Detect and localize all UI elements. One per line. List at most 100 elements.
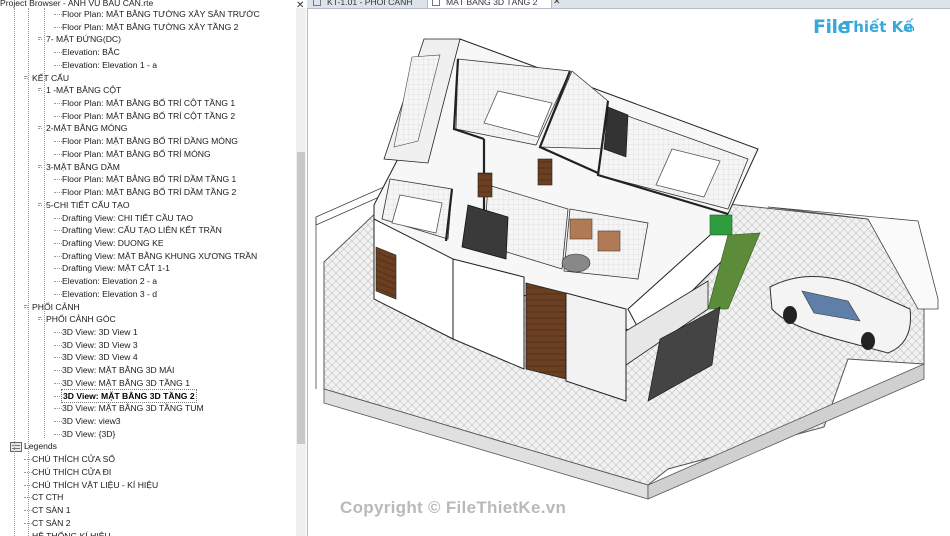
tree-connector (54, 103, 62, 105)
tree-connector (54, 14, 62, 15)
tree-connector (38, 166, 42, 168)
tree-connector (54, 293, 62, 295)
tree-node-label: Elevation: Elevation 2 - a (62, 276, 158, 287)
tree-node-label: Floor Plan: MẶT BẰNG TƯỜNG XÂY SÂN TRƯỚC (62, 9, 260, 19)
tree-connector (54, 433, 62, 435)
view-tab-bar: KT-1.01 - PHỐI CẢNH MẶT BẰNG 3D TẦNG 2 ✕ (307, 0, 950, 9)
tree-node[interactable]: CHÚ THÍCH CỬA SỔ (0, 453, 295, 466)
tree-node-label: 2-MẶT BẰNG MÓNG (46, 123, 128, 134)
tree-node-label: 3-MẶT BẰNG DẦM (46, 161, 120, 172)
tree-connector (54, 382, 62, 384)
tree-node-label: CT SÀN 1 (32, 505, 71, 516)
view-3d-icon (313, 0, 321, 6)
tree-connector (54, 115, 62, 117)
close-icon[interactable]: ✕ (553, 0, 561, 7)
tree-node[interactable]: CHÚ THÍCH VẬT LIỆU - KÍ HIỆU (0, 479, 295, 492)
logo-part-vn: .vn (903, 24, 915, 33)
tree-node-label: 3D View: MẶT BẰNG 3D TẦNG TUM (62, 403, 204, 414)
tree-node-label: PHỐI CẢNH (32, 301, 80, 312)
tree-node-label: 3D View: MẶT BẰNG 3D MÁI (62, 365, 175, 376)
3d-model-render (315, 38, 939, 500)
tree-node-label: 3D View: 3D View 3 (62, 339, 138, 350)
tree-guide-line (14, 8, 15, 536)
tree-node-label: Floor Plan: MẶT BẰNG BỐ TRÍ DẦNG MÓNG (62, 136, 238, 147)
tree-node-label: CT CTH (32, 492, 64, 503)
tree-connector (54, 179, 62, 181)
tree-node-label: CHÚ THÍCH CỬA ĐI (32, 466, 112, 477)
tree-node-label: Floor Plan: MẶT BẰNG BỐ TRÍ MÓNG (62, 148, 211, 159)
project-browser: Project Browser - ANH VU BAU CAN.rte ✕ F… (0, 0, 308, 536)
tree-node-label: HỆ THỐNG KÍ HIỆU (32, 530, 111, 536)
tree-node-label: 5-CHI TIẾT CẤU TẠO (46, 199, 130, 210)
tree-node[interactable]: CT SÀN 1 (0, 504, 295, 517)
tree-connector (38, 128, 42, 130)
tree-connector (54, 217, 62, 219)
tree-node-label: 1 -MẶT BẰNG CỘT (46, 85, 122, 96)
tree-connector (54, 230, 62, 232)
tree-node-label: PHỐI CẢNH GÓC (46, 314, 116, 325)
tree-node[interactable]: CT SÀN 2 (0, 517, 295, 530)
tree-node-label: Floor Plan: MẶT BẰNG BỐ TRÍ DẦM TẦNG 1 (62, 174, 237, 185)
tree-node[interactable]: HỆ THỐNG KÍ HIỆU (0, 530, 295, 536)
project-browser-scrollbar[interactable] (296, 8, 306, 536)
tree-node[interactable]: CT CTH (0, 491, 295, 504)
legend-table-icon (10, 442, 22, 453)
tree-node-label: Elevation: BẮC (62, 47, 120, 58)
tree-connector (54, 141, 62, 143)
project-tree: Floor Plan: MẶT BẰNG TƯỜNG XÂY SÂN TRƯỚC… (0, 8, 295, 536)
tree-node-label: Floor Plan: MẶT BẰNG TƯỜNG XÂY TẦNG 2 (62, 21, 239, 32)
scroll-thumb[interactable] (297, 152, 305, 444)
tree-connector (54, 192, 62, 194)
tab-label: KT-1.01 - PHỐI CẢNH (327, 0, 413, 7)
copyright-watermark: Copyright © FileThietKe.vn (340, 498, 567, 517)
tree-connector (54, 408, 62, 410)
tree-node-label: CHÚ THÍCH CỬA SỔ (32, 454, 116, 465)
tree-node-label: Drafting View: MẶT CẮT 1-1 (62, 263, 170, 274)
tree-node-label: Elevation: Elevation 1 - a (62, 59, 158, 70)
tree-node-label: 3D View: {3D} (62, 428, 116, 439)
3d-viewport[interactable] (308, 9, 950, 536)
tree-connector (54, 153, 62, 155)
tree-node-label: Floor Plan: MẶT BẰNG BỐ TRÍ DẦM TẦNG 2 (62, 187, 237, 198)
tree-node-label: 3D View: 3D View 1 (62, 327, 138, 337)
tree-connector (38, 39, 42, 41)
tree-connector (54, 370, 62, 372)
tree-node-label: CHÚ THÍCH VẬT LIỆU - KÍ HIỆU (32, 479, 159, 490)
tree-node-label: Drafting View: MẶT BẰNG KHUNG XƯƠNG TRẦN (62, 250, 258, 261)
tree-node-label: 3D View: MẶT BẰNG 3D TẦNG 1 (62, 377, 190, 388)
tree-connector (38, 319, 42, 321)
tree-node-label: CT SÀN 2 (32, 517, 71, 528)
tree-node-label: Floor Plan: MẶT BẰNG BỐ TRÍ CỘT TẦNG 2 (62, 110, 236, 121)
tree-connector (54, 332, 62, 333)
tree-connector (54, 255, 62, 257)
tree-node-label: Drafting View: CHI TIẾT CẦU TAO (62, 212, 194, 223)
tree-connector (54, 64, 62, 66)
tree-guide-line (44, 8, 45, 438)
tree-connector (54, 26, 62, 28)
tree-connector (38, 90, 42, 92)
tree-node-label: Floor Plan: MẶT BẰNG BỐ TRÍ CỘT TẦNG 1 (62, 98, 236, 109)
tree-connector (38, 204, 42, 206)
tree-connector (54, 421, 62, 423)
tree-connector (54, 357, 62, 359)
tree-node[interactable]: CHÚ THÍCH CỬA ĐI (0, 466, 295, 479)
tree-connector (54, 52, 62, 54)
view-3d-icon (432, 0, 440, 6)
tree-node-label: Elevation: Elevation 3 - d (62, 288, 158, 299)
tree-node-label: 3D View: view3 (62, 416, 121, 427)
tree-node-label: Drafting View: DUONG KE (62, 237, 164, 248)
tab-phoi-canh[interactable]: KT-1.01 - PHỐI CẢNH (313, 0, 423, 8)
tree-connector (54, 268, 62, 270)
tree-guide-line (28, 8, 29, 536)
tree-connector (54, 242, 62, 244)
tree-node-legends[interactable]: −Legends (0, 440, 295, 453)
tree-node-label: 7- MẶT ĐỨNG(DC) (46, 34, 121, 45)
tree-node-label: 3D View: 3D View 4 (62, 352, 138, 363)
filethietke-logo: File Thiết Kế .vn (813, 16, 923, 42)
tree-node-label: KẾT CẤU (32, 72, 70, 83)
tab-mat-bang-3d-tang-2[interactable]: MẶT BẰNG 3D TẦNG 2 (427, 0, 552, 8)
tree-node-label: 3D View: MẶT BẰNG 3D TẦNG 2 (61, 388, 197, 404)
tree-connector (54, 344, 62, 346)
tree-connector (54, 395, 62, 397)
tab-label: MẶT BẰNG 3D TẦNG 2 (446, 0, 538, 7)
